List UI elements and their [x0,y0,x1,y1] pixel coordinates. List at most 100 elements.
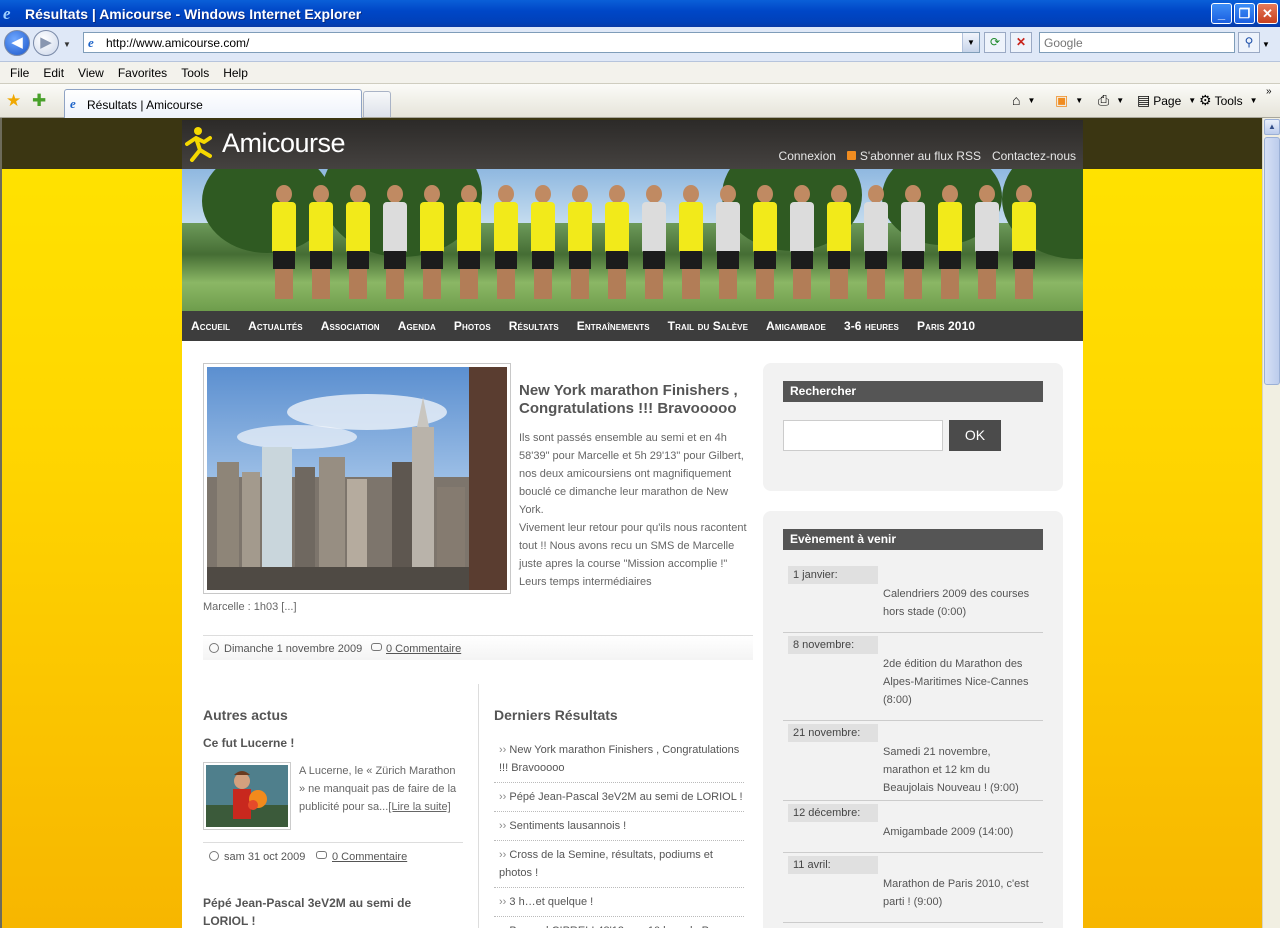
page-menu-button[interactable]: ▤ Page ▼ [1137,92,1196,109]
article-loriol-title[interactable]: Pépé Jean-Pascal 3eV2M au semi de LORIOL… [203,894,433,928]
address-field[interactable]: e http://www.amicourse.com/ ▼ [83,32,980,53]
result-item[interactable]: ›› Sentiments lausannois ! [494,814,744,841]
contact-link[interactable]: Contactez-nous [992,149,1076,163]
restore-button[interactable]: ❐ [1234,3,1255,24]
menu-favorites[interactable]: Favorites [111,66,174,80]
search-options-dropdown-icon[interactable]: ▼ [1262,40,1270,49]
home-button[interactable]: ⌂ ▼ [1012,92,1035,108]
result-item[interactable]: ›› Pépé Jean-Pascal 3eV2M au semi de LOR… [494,785,744,812]
rss-link[interactable]: S'abonner au flux RSS [846,149,981,163]
menu-bar: File Edit View Favorites Tools Help [0,62,1280,84]
autres-actus-heading: Autres actus [203,707,288,723]
nav-item-6[interactable]: Entraînements [568,319,659,333]
tools-menu-label: Tools [1214,93,1243,108]
banner-runner [788,185,816,305]
page-viewport: Amicourse Connexion S'abonner au flux RS… [0,118,1262,928]
banner-runner [603,185,631,305]
site-header: Amicourse Connexion S'abonner au flux RS… [182,120,1083,169]
nav-item-1[interactable]: Actualités [239,319,312,333]
back-button[interactable]: ◀ [4,30,30,56]
page-icon: ▤ [1137,92,1151,108]
event-item[interactable]: 11 avril: Marathon de Paris 2010, c'est p… [783,853,1043,923]
search-ok-button[interactable]: OK [949,420,1001,451]
tab-resultats[interactable]: e Résultats | Amicourse [64,89,362,118]
close-button[interactable]: ✕ [1257,3,1278,24]
article-lucerne-read-more[interactable]: [Lire la suite] [388,801,450,813]
event-title: Amigambade 2009 (14:00) [883,826,1014,838]
recent-pages-dropdown-icon[interactable]: ▼ [63,40,71,49]
site-logo[interactable]: Amicourse [222,128,346,159]
clock-icon [209,643,219,653]
article-lucerne-comments[interactable]: 0 Commentaire [332,851,407,863]
stop-button[interactable]: ✕ [1010,32,1032,53]
bullet-icon: ›› [499,896,510,908]
featured-article-title[interactable]: New York marathon Finishers , Congratula… [519,382,749,418]
article-lucerne-excerpt: A Lucerne, le « Zürich Marathon » ne man… [299,762,464,816]
result-item[interactable]: ›› Cross de la Semine, résultats, podium… [494,843,744,888]
featured-article-image[interactable] [203,363,511,594]
banner-runner [381,185,409,305]
nav-item-5[interactable]: Résultats [500,319,568,333]
event-date: 11 avril: [788,856,878,874]
events-widget-heading: Evènement à venir [783,529,1043,550]
event-item[interactable]: 12 décembre: Amigambade 2009 (14:00) [783,801,1043,853]
article-lucerne-title[interactable]: Ce fut Lucerne ! [203,736,294,750]
more-commands-icon[interactable]: » [1266,86,1272,97]
address-url: http://www.amicourse.com/ [106,36,250,50]
menu-file[interactable]: File [3,66,36,80]
event-item[interactable]: 8 novembre: 2de édition du Marathon des A… [783,633,1043,721]
menu-view[interactable]: View [71,66,111,80]
gear-icon: ⚙ [1199,92,1212,108]
login-link[interactable]: Connexion [779,149,836,163]
banner-runner [270,185,298,305]
search-go-button[interactable]: ⚲ [1238,32,1260,53]
tab-page-icon: e [70,96,76,111]
nav-item-4[interactable]: Photos [445,319,500,333]
nav-item-0[interactable]: Accueil [182,319,239,333]
result-item[interactable]: ›› Bernard CIPRELI 48'13 aux 10 kms du P… [494,919,744,928]
event-item[interactable]: 1 janvier: Calendriers 2009 des courses h… [783,563,1043,633]
menu-tools[interactable]: Tools [174,66,216,80]
scroll-up-icon[interactable]: ▲ [1264,119,1280,135]
favorites-center-icon[interactable]: ★ [6,91,21,111]
search-input[interactable] [1040,33,1234,52]
featured-date: Dimanche 1 novembre 2009 [224,643,363,655]
nav-item-3[interactable]: Agenda [389,319,445,333]
feeds-button[interactable]: ▣ ▼ [1055,92,1083,109]
event-date: 12 décembre: [788,804,878,822]
vertical-scrollbar[interactable]: ▲ [1262,118,1280,928]
team-banner-photo [182,169,1083,311]
site-search-input[interactable] [783,420,943,451]
featured-comments-link[interactable]: 0 Commentaire [386,643,461,655]
forward-button[interactable]: ▶ [33,30,59,56]
clock-icon [209,851,219,861]
featured-paragraph-2: Vivement leur retour pour qu'ils nous ra… [519,522,747,588]
minimize-button[interactable]: _ [1211,3,1232,24]
add-favorite-icon[interactable]: ✚ [32,91,46,111]
menu-help[interactable]: Help [216,66,255,80]
address-dropdown-icon[interactable]: ▼ [962,33,979,52]
article-lucerne-thumbnail[interactable] [203,762,291,830]
bullet-icon: ›› [499,791,510,803]
menu-edit[interactable]: Edit [36,66,71,80]
result-item[interactable]: ›› 3 h…et quelque ! [494,890,744,917]
results-list: ›› New York marathon Finishers , Congrat… [494,738,744,928]
nav-item-8[interactable]: Amigambade [757,319,835,333]
event-title: Calendriers 2009 des courses hors stade … [883,588,1030,618]
search-box[interactable] [1039,32,1235,53]
print-button[interactable]: ⎙ ▼ [1098,92,1124,109]
printer-icon: ⎙ [1098,92,1110,108]
new-tab-button[interactable] [363,91,391,117]
refresh-button[interactable]: ⟳ [984,32,1006,53]
nav-item-7[interactable]: Trail du Salève [659,319,757,333]
bullet-icon: ›› [499,820,510,832]
scroll-thumb[interactable] [1264,137,1280,385]
new-york-skyline-photo [207,367,507,590]
result-item[interactable]: ›› New York marathon Finishers , Congrat… [494,738,744,783]
result-item-label: Cross de la Semine, résultats, podiums e… [499,849,713,879]
nav-item-10[interactable]: Paris 2010 [908,319,984,333]
nav-item-2[interactable]: Association [312,319,389,333]
event-item[interactable]: 21 novembre: Samedi 21 novembre, marathon… [783,721,1043,801]
tools-menu-button[interactable]: ⚙ Tools ▼ [1199,92,1258,109]
nav-item-9[interactable]: 3-6 heures [835,319,908,333]
